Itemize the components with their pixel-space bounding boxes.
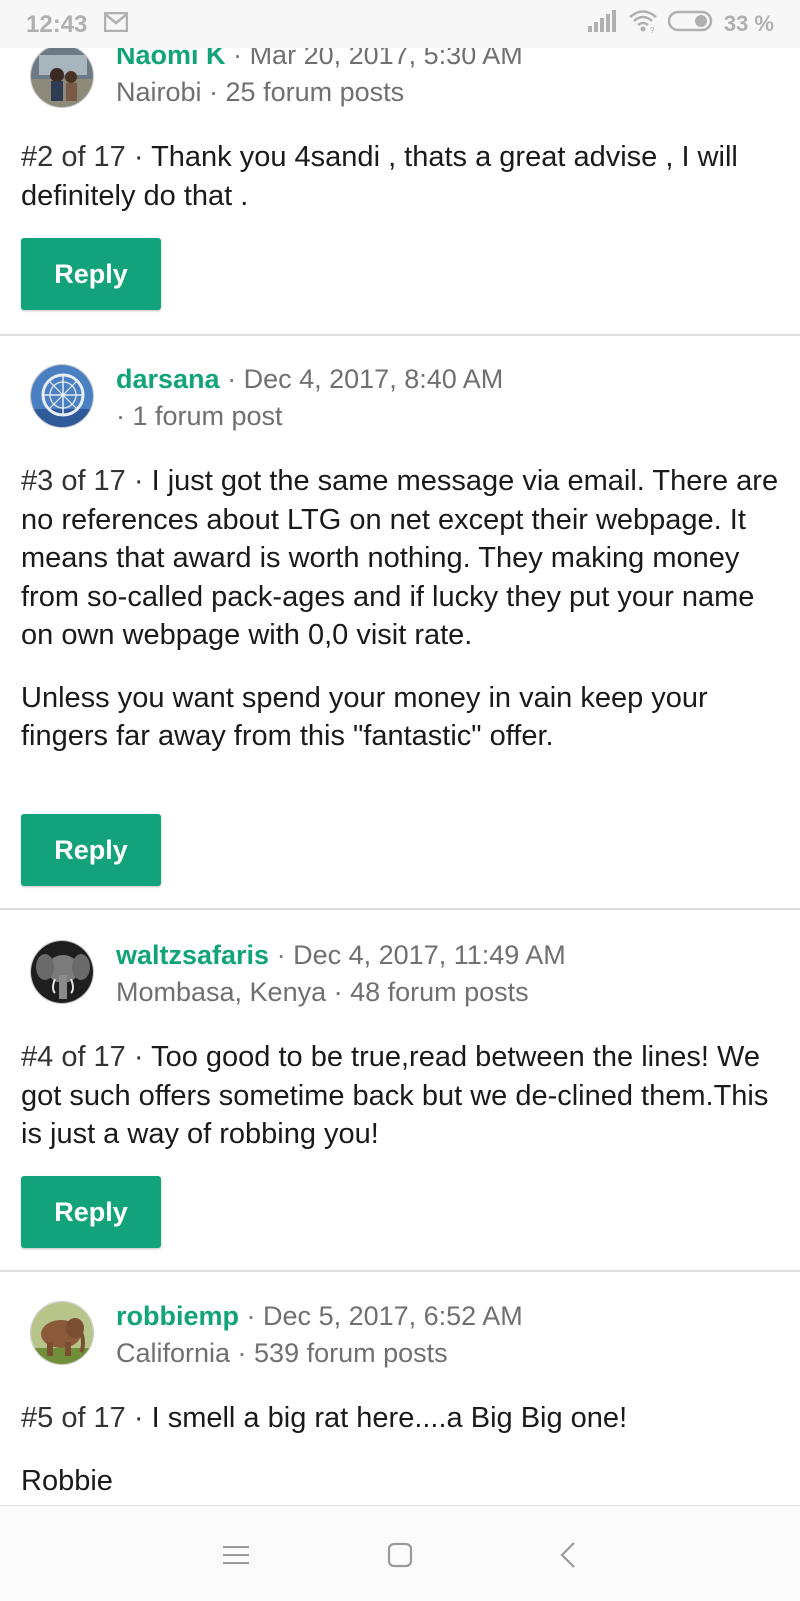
post-divider xyxy=(0,334,800,336)
author-meta: Nairobi · 25 forum posts xyxy=(116,77,405,107)
reply-button[interactable]: Reply xyxy=(21,1176,161,1248)
status-indicators: ? 33 % xyxy=(587,9,774,38)
post-body: #4 of 17 · Too good to be true,read betw… xyxy=(21,1041,769,1150)
back-icon[interactable] xyxy=(544,1531,592,1579)
author-meta: Mombasa, Kenya · 48 forum posts xyxy=(116,977,529,1007)
post-header: waltzsafaris · Dec 4, 2017, 11:49 AM xyxy=(116,940,566,970)
avatar-waltzsafaris[interactable] xyxy=(30,940,94,1004)
avatar-darsana[interactable] xyxy=(30,364,94,428)
post-number[interactable]: #4 of 17 · xyxy=(21,1041,144,1073)
navigation-bar xyxy=(0,1505,800,1601)
avatar-robbiemp[interactable] xyxy=(30,1301,94,1365)
username-link[interactable]: waltzsafaris xyxy=(116,940,269,970)
svg-text:?: ? xyxy=(650,26,655,33)
home-icon[interactable] xyxy=(376,1531,424,1579)
post-date: Dec 4, 2017, 11:49 AM xyxy=(293,940,566,970)
forum-thread: Naomi K · Mar 20, 2017, 5:30 AM Nairobi … xyxy=(0,0,800,1505)
post-number[interactable]: #5 of 17 · xyxy=(21,1402,144,1434)
wifi-icon: ? xyxy=(628,9,658,38)
avatar-naomi[interactable] xyxy=(30,44,94,108)
post-body: #5 of 17 · I smell a big rat here....a B… xyxy=(21,1399,781,1505)
reply-button[interactable]: Reply xyxy=(21,814,161,886)
post-number[interactable]: #2 of 17 · xyxy=(21,141,144,173)
author-meta: California · 539 forum posts xyxy=(116,1338,448,1368)
status-time: 12:43 xyxy=(26,11,88,38)
username-link[interactable]: darsana xyxy=(116,364,220,394)
mail-icon xyxy=(103,11,129,33)
post-date: Dec 5, 2017, 6:52 AM xyxy=(263,1301,523,1331)
post-header: robbiemp · Dec 5, 2017, 6:52 AM xyxy=(116,1301,523,1331)
post-body: #3 of 17 · I just got the same message v… xyxy=(21,465,779,752)
battery-percent: 33 % xyxy=(723,10,774,36)
post-date: Dec 4, 2017, 8:40 AM xyxy=(243,364,504,394)
post-divider xyxy=(0,1270,800,1272)
post-header: darsana · Dec 4, 2017, 8:40 AM xyxy=(116,364,504,394)
post-divider xyxy=(0,908,800,910)
status-bar: 12:43 ? 33 % xyxy=(0,0,800,48)
signal-icon xyxy=(587,10,618,37)
username-link[interactable]: robbiemp xyxy=(116,1301,239,1331)
post-number[interactable]: #3 of 17 · xyxy=(21,465,144,497)
menu-icon[interactable] xyxy=(212,1531,260,1579)
author-meta: · 1 forum post xyxy=(116,401,283,431)
reply-button[interactable]: Reply xyxy=(21,238,161,310)
post-signature: Robbie xyxy=(21,1464,113,1497)
battery-icon xyxy=(667,10,714,37)
post-body: #2 of 17 · Thank you 4sandi , thats a gr… xyxy=(21,141,738,212)
